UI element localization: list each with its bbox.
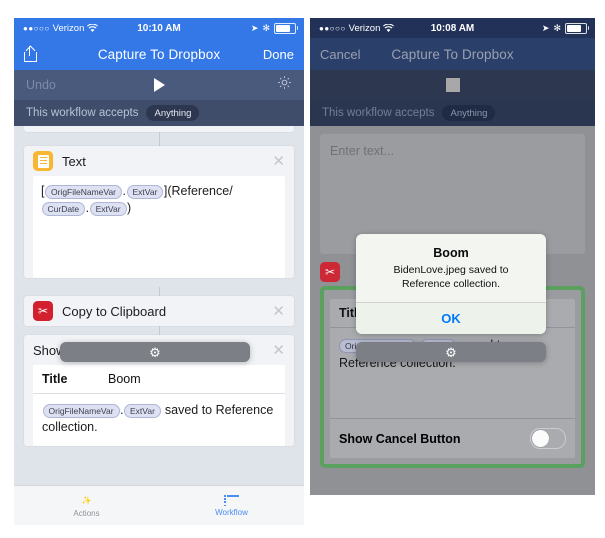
text-content: [OrigFileNameVar. ExtVar](Reference/CurDa… [41, 183, 277, 217]
play-icon [153, 78, 165, 92]
tab-workflow[interactable]: Workflow [159, 486, 304, 525]
text-run: ) [127, 201, 132, 215]
text-input-field[interactable]: [OrigFileNameVar. ExtVar](Reference/CurDa… [33, 176, 285, 278]
alert-dialog-body: Boom BidenLove.jpeg saved to Reference c… [356, 234, 546, 302]
scissors-icon: ✂ [320, 262, 340, 282]
close-icon[interactable]: ✕ [272, 343, 285, 358]
text-run: . [85, 201, 90, 215]
cancel-button[interactable]: Cancel [320, 47, 360, 62]
text-placeholder: Enter text... [330, 144, 394, 158]
show-cancel-button-row[interactable]: Show Cancel Button [330, 418, 575, 458]
workflow-list-icon [224, 495, 239, 507]
screenshot-stage: ●●○○○ Verizon 10:10 AM ➤ ✻ Capture To Dr… [0, 0, 605, 538]
alert-dialog-message: BidenLove.jpeg saved to Reference collec… [393, 264, 509, 290]
show-cancel-button-toggle[interactable] [530, 428, 566, 449]
variable-token: ExtVar [89, 202, 127, 216]
action-card-copy-to-clipboard[interactable]: ✂ Copy to Clipboard ✕ [24, 296, 294, 326]
alert-dialog-title: Boom [433, 246, 469, 260]
action-title: Copy to Clipboard [62, 303, 167, 319]
stop-icon [445, 78, 460, 92]
location-arrow-icon: ➤ [541, 22, 550, 33]
action-title: Text [62, 153, 86, 169]
battery-icon [565, 22, 589, 34]
phone-screen-left: ●●○○○ Verizon 10:10 AM ➤ ✻ Capture To Dr… [14, 18, 304, 525]
variable-token: CurDate [41, 202, 86, 216]
status-bar: ●●○○○ Verizon 10:08 AM ➤ ✻ [310, 18, 595, 38]
gear-icon: ⚙ [60, 342, 250, 362]
workflow-settings-button[interactable] [277, 75, 292, 95]
action-card-header: Text ✕ [24, 146, 294, 176]
magic-wand-icon: ✨ [81, 496, 92, 505]
variable-token: ExtVar [126, 185, 164, 199]
action-card-show-alert[interactable]: ⚙ Show Alert ✕ Title Boom OrigFileNameVa… [24, 335, 294, 446]
status-indicators: ➤ ✻ [541, 22, 589, 34]
text-icon [33, 151, 53, 171]
tab-actions[interactable]: ✨ Actions [14, 486, 159, 525]
share-button[interactable] [24, 45, 37, 62]
tab-bar: ✨ Actions Workflow [14, 485, 304, 525]
action-card-text[interactable]: Text ✕ [OrigFileNameVar. ExtVar](Referenc… [24, 146, 294, 278]
text-run: [ [41, 184, 45, 198]
variable-token: OrigFileNameVar [44, 185, 123, 199]
accepts-label: This workflow accepts [26, 107, 139, 119]
text-run: . [122, 184, 126, 198]
tab-label: Actions [73, 509, 100, 518]
bluetooth-icon: ✻ [262, 22, 270, 33]
action-card-header: ✂ Copy to Clipboard ✕ [24, 296, 294, 326]
done-button[interactable]: Done [263, 47, 294, 62]
share-icon [24, 45, 37, 62]
gear-icon [278, 76, 291, 89]
bluetooth-icon: ✻ [553, 22, 561, 33]
alert-dialog: Boom BidenLove.jpeg saved to Reference c… [356, 234, 546, 334]
location-arrow-icon: ➤ [250, 22, 259, 33]
close-icon[interactable]: ✕ [272, 154, 285, 169]
close-icon[interactable]: ✕ [272, 304, 285, 319]
gear-icon: ⚙ [356, 342, 546, 362]
alert-title-row[interactable]: Title Boom [33, 365, 285, 394]
status-indicators: ➤ ✻ [250, 22, 298, 34]
tab-label: Workflow [215, 508, 248, 517]
nav-bar: Cancel Capture To Dropbox [310, 38, 595, 70]
alert-config: Title Boom OrigFileNameVar.ExtVar saved … [33, 365, 285, 446]
field-label: Title [42, 372, 68, 386]
status-bar: ●●○○○ Verizon 10:10 AM ➤ ✻ [14, 18, 304, 38]
field-value: Boom [108, 372, 141, 386]
nav-bar: Capture To Dropbox Done [14, 38, 304, 70]
scissors-icon: ✂ [33, 301, 53, 321]
accepts-type-pill[interactable]: Anything [442, 105, 496, 121]
phone-screen-right: ●●○○○ Verizon 10:08 AM ➤ ✻ Cancel Captur… [310, 18, 595, 495]
accepts-label: This workflow accepts [322, 107, 435, 119]
run-toolbar [310, 70, 595, 100]
page-title: Capture To Dropbox [97, 46, 221, 62]
run-button[interactable] [14, 78, 304, 92]
accepts-type-pill[interactable]: Anything [146, 105, 200, 121]
accepts-bar: This workflow accepts Anything [310, 100, 595, 126]
battery-icon [274, 22, 298, 34]
accepts-bar: This workflow accepts Anything [14, 100, 304, 126]
toggle-label: Show Cancel Button [339, 431, 461, 446]
workflow-list[interactable]: Text ✕ [OrigFileNameVar. ExtVar](Referenc… [14, 126, 304, 485]
run-toolbar: Undo [14, 70, 304, 100]
action-card-header: ⚙ Show Alert ✕ [24, 335, 294, 365]
alert-ok-button[interactable]: OK [356, 302, 546, 334]
variable-token: ExtVar [124, 404, 161, 418]
text-run: ](Reference/ [163, 184, 233, 198]
text-run: . [120, 403, 124, 417]
alert-message[interactable]: OrigFileNameVar.ExtVar saved to Referenc… [33, 394, 285, 446]
stop-button[interactable] [310, 78, 595, 92]
variable-token: OrigFileNameVar [42, 404, 120, 418]
